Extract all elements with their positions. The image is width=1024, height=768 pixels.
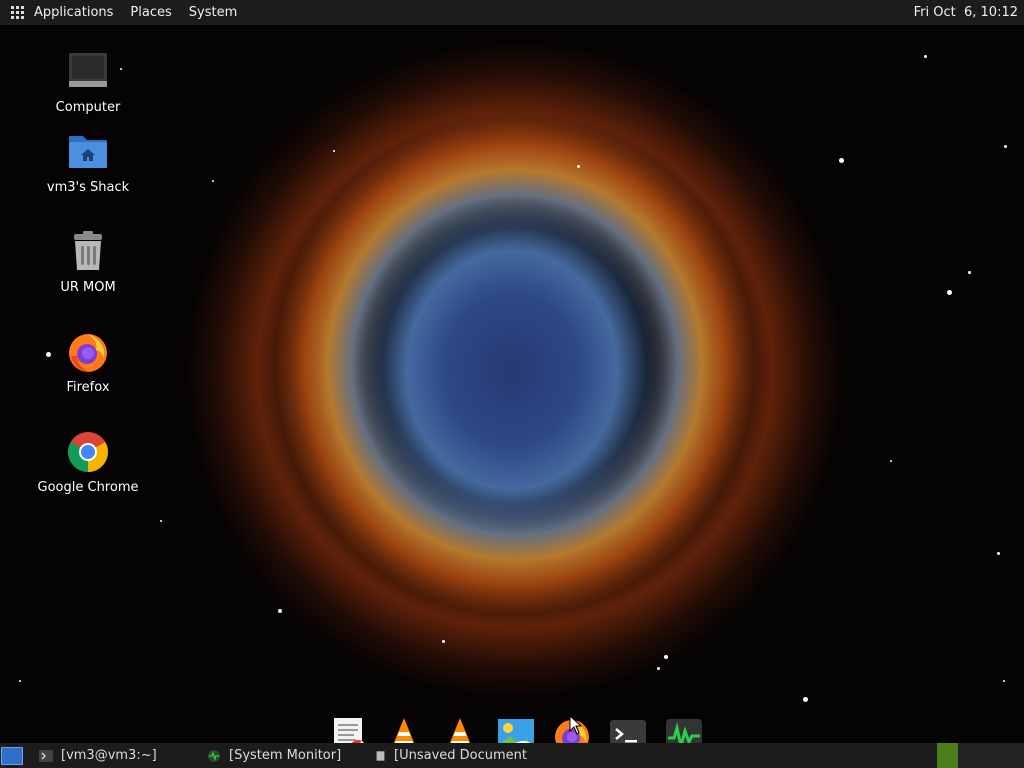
desktop-icon-label: UR MOM (60, 280, 116, 295)
taskbar-item-terminal[interactable]: [vm3@vm3:~] (23, 743, 191, 768)
top-panel: Applications Places System Fri Oct 6, 10… (0, 0, 1024, 25)
clock[interactable]: Fri Oct 6, 10:12 (914, 5, 1018, 20)
home-folder-icon (66, 130, 110, 174)
star (212, 180, 214, 182)
system-monitor-icon (208, 749, 220, 762)
star (664, 655, 668, 659)
desktop-icon-home-folder[interactable]: vm3's Shack (33, 130, 143, 195)
desktop-icon-trash[interactable]: UR MOM (33, 230, 143, 295)
workspace-2-button[interactable] (958, 743, 1024, 768)
star (924, 55, 927, 58)
star (839, 158, 844, 163)
show-desktop-button[interactable] (1, 746, 23, 765)
taskbar-item-text-editor[interactable]: [Unsaved Document (359, 743, 527, 768)
workspace-1-button[interactable] (937, 743, 958, 768)
trash-icon (66, 230, 110, 274)
desktop-icon-chrome[interactable]: Google Chrome (33, 430, 143, 495)
star (577, 165, 580, 168)
desktop-icon-label: vm3's Shack (46, 180, 130, 195)
desktop-icon-label: Firefox (66, 380, 110, 395)
star (1003, 680, 1005, 682)
firefox-icon (66, 330, 110, 374)
star (997, 552, 1000, 555)
star (333, 150, 335, 152)
taskbar-item-label: [System Monitor] (229, 748, 342, 763)
apps-grid-icon[interactable] (11, 5, 25, 20)
star (278, 609, 282, 613)
menu-applications[interactable]: Applications (34, 5, 113, 20)
star (1004, 145, 1007, 148)
desktop-icon-computer[interactable]: Computer (33, 50, 143, 115)
desktop-icon-label: Google Chrome (37, 480, 139, 495)
desktop-icon-firefox[interactable]: Firefox (33, 330, 143, 395)
chrome-icon (66, 430, 110, 474)
star (947, 290, 952, 295)
mouse-cursor-icon (569, 715, 583, 735)
text-editor-icon (376, 750, 385, 761)
star (442, 640, 445, 643)
menu-places[interactable]: Places (130, 5, 171, 20)
star (657, 667, 660, 670)
menu-system[interactable]: System (189, 5, 237, 20)
bottom-panel: [vm3@vm3:~] [System Monitor] [Unsaved Do… (0, 743, 1024, 768)
taskbar-item-system-monitor[interactable]: [System Monitor] (191, 743, 359, 768)
star (968, 271, 971, 274)
taskbar-item-label: [vm3@vm3:~] (61, 748, 157, 763)
desktop-icon-label: Computer (55, 100, 121, 115)
taskbar-item-label: [Unsaved Document (394, 748, 527, 763)
star (803, 697, 808, 702)
star (160, 520, 162, 522)
terminal-icon (39, 749, 53, 762)
computer-icon (66, 50, 110, 94)
desktop-wallpaper (0, 25, 1024, 743)
star (19, 680, 21, 682)
star (890, 460, 892, 462)
